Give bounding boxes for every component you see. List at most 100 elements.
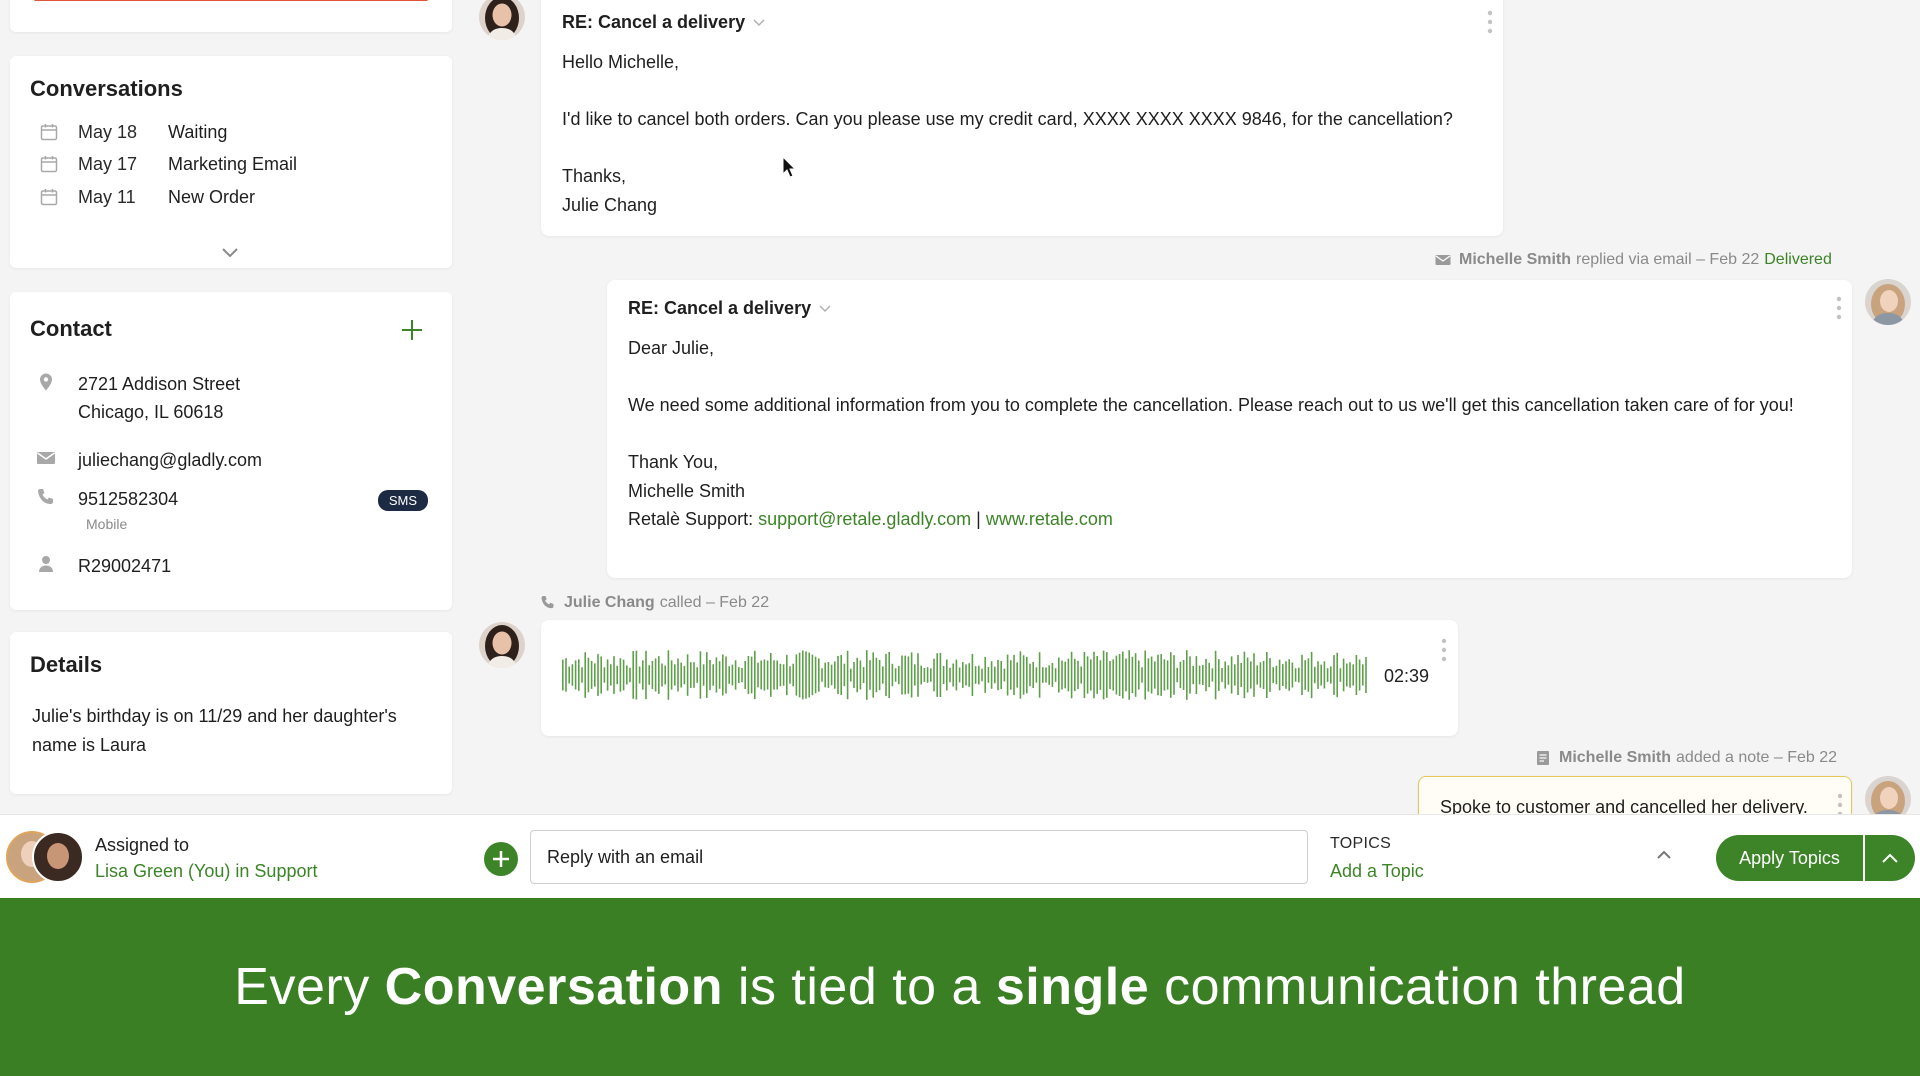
- waveform-bar: [1080, 666, 1082, 684]
- support-site-link[interactable]: www.retale.com: [986, 509, 1113, 529]
- waveform-bar: [1304, 660, 1306, 690]
- waveform-bar: [686, 654, 689, 696]
- contact-customer-id: R29002471: [36, 552, 171, 580]
- waveform-bar: [974, 666, 977, 684]
- waveform-bar: [869, 660, 871, 690]
- waveform-bar: [805, 651, 807, 699]
- waveform-bar: [1122, 651, 1124, 699]
- waveform-bar: [747, 656, 750, 694]
- waveform-bar: [786, 654, 788, 696]
- add-channel-button[interactable]: [484, 842, 518, 876]
- apply-options-button[interactable]: [1865, 835, 1915, 881]
- email-subject[interactable]: RE: Cancel a delivery: [562, 12, 765, 33]
- waveform-bar: [581, 667, 583, 683]
- sms-badge[interactable]: SMS: [377, 490, 428, 511]
- waveform-bar: [626, 665, 628, 685]
- plus-icon[interactable]: [400, 318, 424, 342]
- waveform-bar: [978, 665, 980, 685]
- more-options-icon[interactable]: [1836, 296, 1842, 320]
- waveform-bar: [1342, 658, 1345, 692]
- conversation-item[interactable]: May 11 New Order: [30, 185, 255, 209]
- waveform-bar: [1102, 650, 1105, 700]
- plus-icon: [493, 851, 509, 867]
- conversations-panel: Conversations May 18 Waiting May 17 Mark…: [10, 56, 452, 268]
- waveform-bar: [728, 666, 730, 684]
- waveform-bar: [894, 668, 897, 682]
- waveform-bar: [619, 658, 622, 692]
- waveform-bar: [1262, 660, 1265, 689]
- chevron-up-icon[interactable]: [1656, 849, 1672, 861]
- audio-waveform[interactable]: [561, 650, 1367, 700]
- waveform-bar: [750, 656, 753, 694]
- waveform-bar: [981, 668, 983, 682]
- waveform-bar: [917, 653, 919, 697]
- contact-title: Contact: [30, 316, 112, 341]
- waveform-bar: [587, 657, 590, 693]
- waveform-bar: [952, 663, 954, 687]
- agent-email-card[interactable]: RE: Cancel a delivery Dear Julie, We nee…: [607, 280, 1852, 578]
- apply-topics-button[interactable]: Apply Topics: [1716, 835, 1863, 881]
- waveform-bar: [1173, 655, 1175, 695]
- waveform-bar: [1074, 658, 1076, 692]
- waveform-bar: [914, 664, 916, 686]
- waveform-bar: [792, 663, 794, 687]
- waveform-bar: [1118, 654, 1121, 696]
- waveform-bar: [1237, 654, 1239, 696]
- waveform-bar: [1362, 664, 1364, 686]
- waveform-bar: [1240, 663, 1242, 687]
- reply-input[interactable]: [530, 830, 1308, 884]
- waveform-bar: [987, 667, 990, 683]
- waveform-bar: [939, 652, 942, 697]
- assignee-link[interactable]: Lisa Green (You) in Support: [95, 861, 317, 882]
- waveform-bar: [616, 665, 618, 685]
- waveform-bar: [962, 662, 964, 688]
- calendar-icon: [40, 156, 58, 173]
- waveform-bar: [814, 656, 817, 694]
- waveform-bar: [936, 653, 938, 697]
- assignee-avatars[interactable]: [6, 829, 84, 885]
- call-duration: 02:39: [1384, 666, 1430, 686]
- waveform-bar: [699, 651, 702, 699]
- waveform-bar: [1141, 667, 1143, 683]
- chevron-down-icon[interactable]: [220, 246, 240, 260]
- waveform-bar: [1208, 662, 1210, 688]
- waveform-bar: [1195, 656, 1198, 694]
- more-options-icon[interactable]: [1441, 638, 1447, 662]
- email-subject[interactable]: RE: Cancel a delivery: [628, 298, 831, 319]
- waveform-bar: [1186, 650, 1188, 700]
- contact-phone[interactable]: 9512582304: [36, 485, 178, 513]
- waveform-bar: [1365, 657, 1367, 693]
- waveform-bar: [763, 659, 766, 691]
- waveform-bar: [898, 665, 900, 685]
- waveform-bar: [1067, 658, 1070, 692]
- conversation-item[interactable]: May 18 Waiting: [30, 120, 227, 144]
- more-options-icon[interactable]: [1487, 10, 1493, 34]
- details-note[interactable]: Julie's birthday is on 11/29 and her dau…: [32, 702, 432, 760]
- waveform-bar: [674, 664, 676, 686]
- waveform-bar: [715, 657, 718, 693]
- waveform-bar: [1070, 651, 1073, 699]
- customer-id-value: R29002471: [78, 556, 172, 576]
- contact-email[interactable]: juliechang@gladly.com: [36, 446, 262, 474]
- conversation-item[interactable]: May 17 Marketing Email: [30, 152, 297, 176]
- add-topic-link[interactable]: Add a Topic: [1330, 861, 1424, 882]
- chevron-down-icon[interactable]: [753, 18, 765, 27]
- support-email-link[interactable]: support@retale.gladly.com: [758, 509, 971, 529]
- phone-icon: [541, 596, 554, 609]
- mail-icon: [1435, 255, 1451, 265]
- waveform-bar: [562, 659, 564, 691]
- waveform-bar: [1259, 662, 1262, 688]
- waveform-bar: [824, 662, 826, 688]
- waveform-bar: [846, 650, 849, 700]
- waveform-bar: [837, 655, 839, 695]
- waveform-bar: [712, 664, 714, 686]
- email-body: Hello Michelle, I'd like to cancel both …: [562, 52, 1453, 215]
- phone-icon: [38, 489, 53, 504]
- chevron-down-icon[interactable]: [819, 304, 831, 313]
- call-recording-card[interactable]: 02:39: [541, 620, 1458, 736]
- waveform-bar: [808, 652, 810, 698]
- waveform-bar: [1019, 651, 1022, 699]
- waveform-bar: [664, 665, 666, 685]
- waveform-bar: [718, 661, 721, 689]
- customer-email-card[interactable]: RE: Cancel a delivery Hello Michelle, I'…: [541, 0, 1503, 236]
